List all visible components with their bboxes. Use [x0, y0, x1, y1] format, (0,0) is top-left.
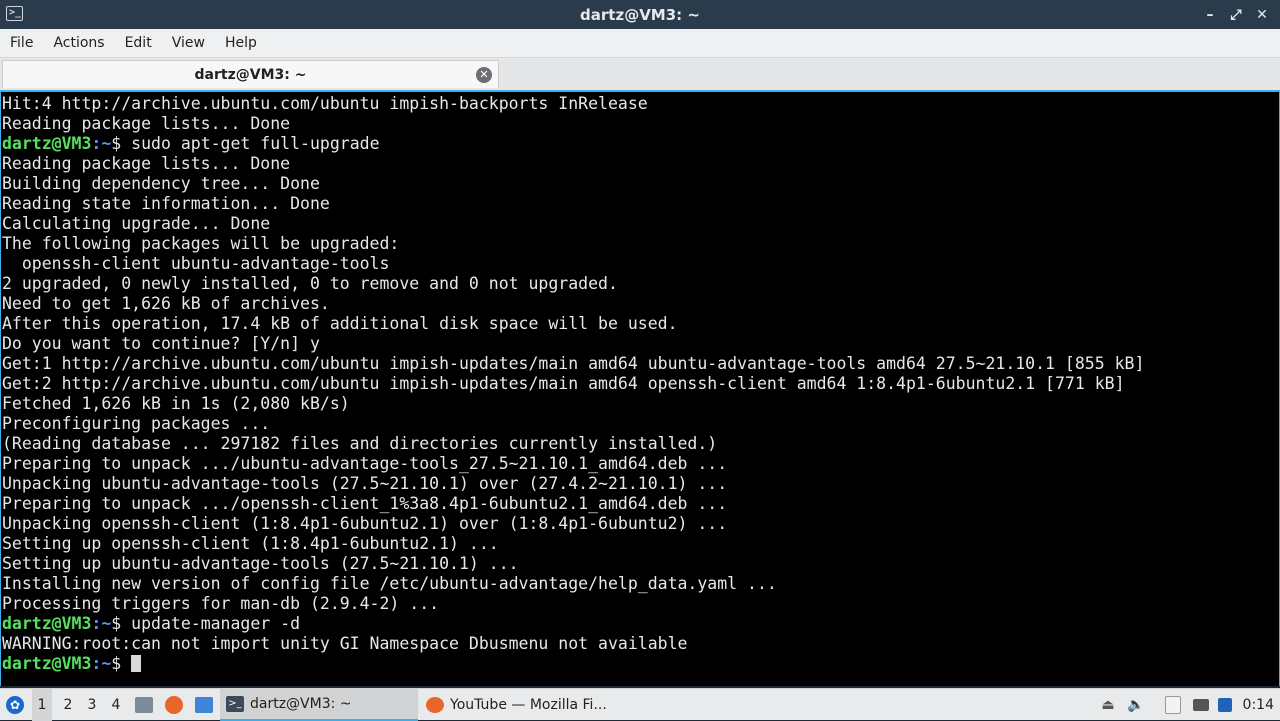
- keyboard-icon: [1218, 698, 1232, 712]
- terminal-output-line: Calculating upgrade... Done: [2, 214, 271, 233]
- desktop-launcher[interactable]: [193, 689, 215, 721]
- terminal-output-line: Installing new version of config file /e…: [2, 574, 777, 593]
- text-cursor: [131, 655, 142, 672]
- clipboard-icon: [1165, 696, 1181, 714]
- prompt-path: :~: [91, 654, 112, 673]
- workspace-2[interactable]: 2: [58, 689, 78, 721]
- minimize-icon[interactable]: –: [1202, 7, 1218, 23]
- prompt-path: :~: [91, 134, 112, 153]
- terminal-app-icon[interactable]: >_: [6, 6, 23, 21]
- terminal-output-line: After this operation, 17.4 kB of additio…: [2, 314, 678, 333]
- terminal-output-line: Unpacking openssh-client (1:8.4p1-6ubunt…: [2, 514, 728, 533]
- prompt-user-host: dartz@VM3: [2, 134, 92, 153]
- close-icon[interactable]: ✕: [1254, 7, 1270, 23]
- window-titlebar[interactable]: >_ dartz@VM3: ~ – ⤢ ✕: [0, 0, 1280, 29]
- terminal-output-line: Reading state information... Done: [2, 194, 330, 213]
- firefox-icon: [165, 696, 183, 714]
- start-menu-icon: ✿: [6, 696, 24, 714]
- menu-help[interactable]: Help: [215, 35, 267, 51]
- eject-tray[interactable]: ⏏: [1097, 689, 1119, 721]
- terminal-output: Hit:4 http://archive.ubuntu.com/ubuntu i…: [1, 92, 1279, 676]
- prompt-path: :~: [91, 614, 112, 633]
- tab-terminal[interactable]: dartz@VM3: ~ ✕: [2, 60, 499, 88]
- desktop-icon: [195, 697, 213, 713]
- terminal-output-line: Setting up ubuntu-advantage-tools (27.5~…: [2, 554, 519, 573]
- eject-icon: ⏏: [1101, 697, 1115, 713]
- window-title: dartz@VM3: ~: [580, 5, 700, 24]
- tab-label: dartz@VM3: ~: [194, 66, 307, 83]
- terminal-view[interactable]: Hit:4 http://archive.ubuntu.com/ubuntu i…: [0, 90, 1280, 686]
- prompt-user-host: dartz@VM3: [2, 654, 92, 673]
- volume-tray[interactable]: 🔈: [1125, 689, 1147, 721]
- terminal-output-line: 2 upgraded, 0 newly installed, 0 to remo…: [2, 274, 618, 293]
- terminal-output-line: Get:2 http://archive.ubuntu.com/ubuntu i…: [2, 374, 1125, 393]
- terminal-output-line: Get:1 http://archive.ubuntu.com/ubuntu i…: [2, 354, 1145, 373]
- terminal-output-line: Preconfiguring packages ...: [2, 414, 271, 433]
- terminal-output-line: Building dependency tree... Done: [2, 174, 320, 193]
- prompt-symbol: $: [111, 654, 132, 673]
- task-firefox[interactable]: YouTube — Mozilla Fi...: [420, 689, 632, 721]
- terminal-prompt-line: dartz@VM3:~$ update-manager -d: [2, 614, 1278, 634]
- menu-actions[interactable]: Actions: [43, 35, 114, 51]
- prompt-symbol: $: [111, 614, 132, 633]
- workspace-3[interactable]: 3: [82, 689, 102, 721]
- terminal-output-line: Processing triggers for man-db (2.9.4-2)…: [2, 594, 440, 613]
- terminal-output-line: Setting up openssh-client (1:8.4p1-6ubun…: [2, 534, 499, 553]
- terminal-output-line: The following packages will be upgraded:: [2, 234, 400, 253]
- terminal-icon: >_: [226, 696, 244, 712]
- prompt-command: sudo apt-get full-upgrade: [131, 134, 380, 153]
- workspace-4[interactable]: 4: [106, 689, 126, 721]
- file-manager-launcher[interactable]: [133, 689, 155, 721]
- terminal-output-line: openssh-client ubuntu-advantage-tools: [2, 254, 390, 273]
- task-terminal[interactable]: >_ dartz@VM3: ~: [220, 689, 418, 721]
- keyboard-tray[interactable]: [1214, 689, 1236, 721]
- terminal-prompt-line: dartz@VM3:~$: [2, 654, 1278, 674]
- network-tray[interactable]: [1190, 689, 1212, 721]
- window-controls: – ⤢ ✕: [1202, 0, 1270, 29]
- terminal-output-line: Hit:4 http://archive.ubuntu.com/ubuntu i…: [2, 94, 648, 113]
- file-manager-icon: [135, 697, 153, 713]
- task-firefox-label: YouTube — Mozilla Fi...: [450, 697, 607, 713]
- terminal-output-line: Preparing to unpack .../ubuntu-advantage…: [2, 454, 728, 473]
- terminal-output-line: WARNING:root:can not import unity GI Nam…: [2, 634, 688, 653]
- network-icon: [1193, 699, 1209, 711]
- menu-view[interactable]: View: [162, 35, 215, 51]
- menu-file[interactable]: File: [0, 35, 43, 51]
- prompt-command: update-manager -d: [131, 614, 301, 633]
- clock[interactable]: 0:14: [1243, 689, 1274, 721]
- terminal-prompt-line: dartz@VM3:~$ sudo apt-get full-upgrade: [2, 134, 1278, 154]
- prompt-symbol: $: [111, 134, 132, 153]
- firefox-icon: [426, 697, 444, 713]
- terminal-output-line: Preparing to unpack .../openssh-client_1…: [2, 494, 728, 513]
- volume-icon: 🔈: [1127, 697, 1145, 713]
- menu-edit[interactable]: Edit: [115, 35, 162, 51]
- tab-bar: dartz@VM3: ~ ✕: [0, 58, 1280, 90]
- terminal-output-line: Do you want to continue? [Y/n] y: [2, 334, 320, 353]
- terminal-output-line: Fetched 1,626 kB in 1s (2,080 kB/s): [2, 394, 350, 413]
- terminal-output-line: Reading package lists... Done: [2, 114, 291, 133]
- terminal-output-line: Unpacking ubuntu-advantage-tools (27.5~2…: [2, 474, 728, 493]
- task-terminal-label: dartz@VM3: ~: [250, 696, 352, 712]
- maximize-icon[interactable]: ⤢: [1228, 7, 1244, 23]
- terminal-output-line: (Reading database ... 297182 files and d…: [2, 434, 718, 453]
- prompt-user-host: dartz@VM3: [2, 614, 92, 633]
- taskbar: ✿ 1 2 3 4 >_ dartz@VM3: ~ YouTube — Mozi…: [0, 688, 1280, 721]
- clipboard-tray[interactable]: [1162, 689, 1184, 721]
- terminal-output-line: Need to get 1,626 kB of archives.: [2, 294, 330, 313]
- workspace-1[interactable]: 1: [32, 689, 52, 721]
- menu-bar: File Actions Edit View Help: [0, 29, 1280, 58]
- firefox-launcher[interactable]: [163, 689, 185, 721]
- terminal-output-line: Reading package lists... Done: [2, 154, 291, 173]
- tab-close-icon[interactable]: ✕: [476, 67, 492, 83]
- start-menu-button[interactable]: ✿: [6, 689, 26, 721]
